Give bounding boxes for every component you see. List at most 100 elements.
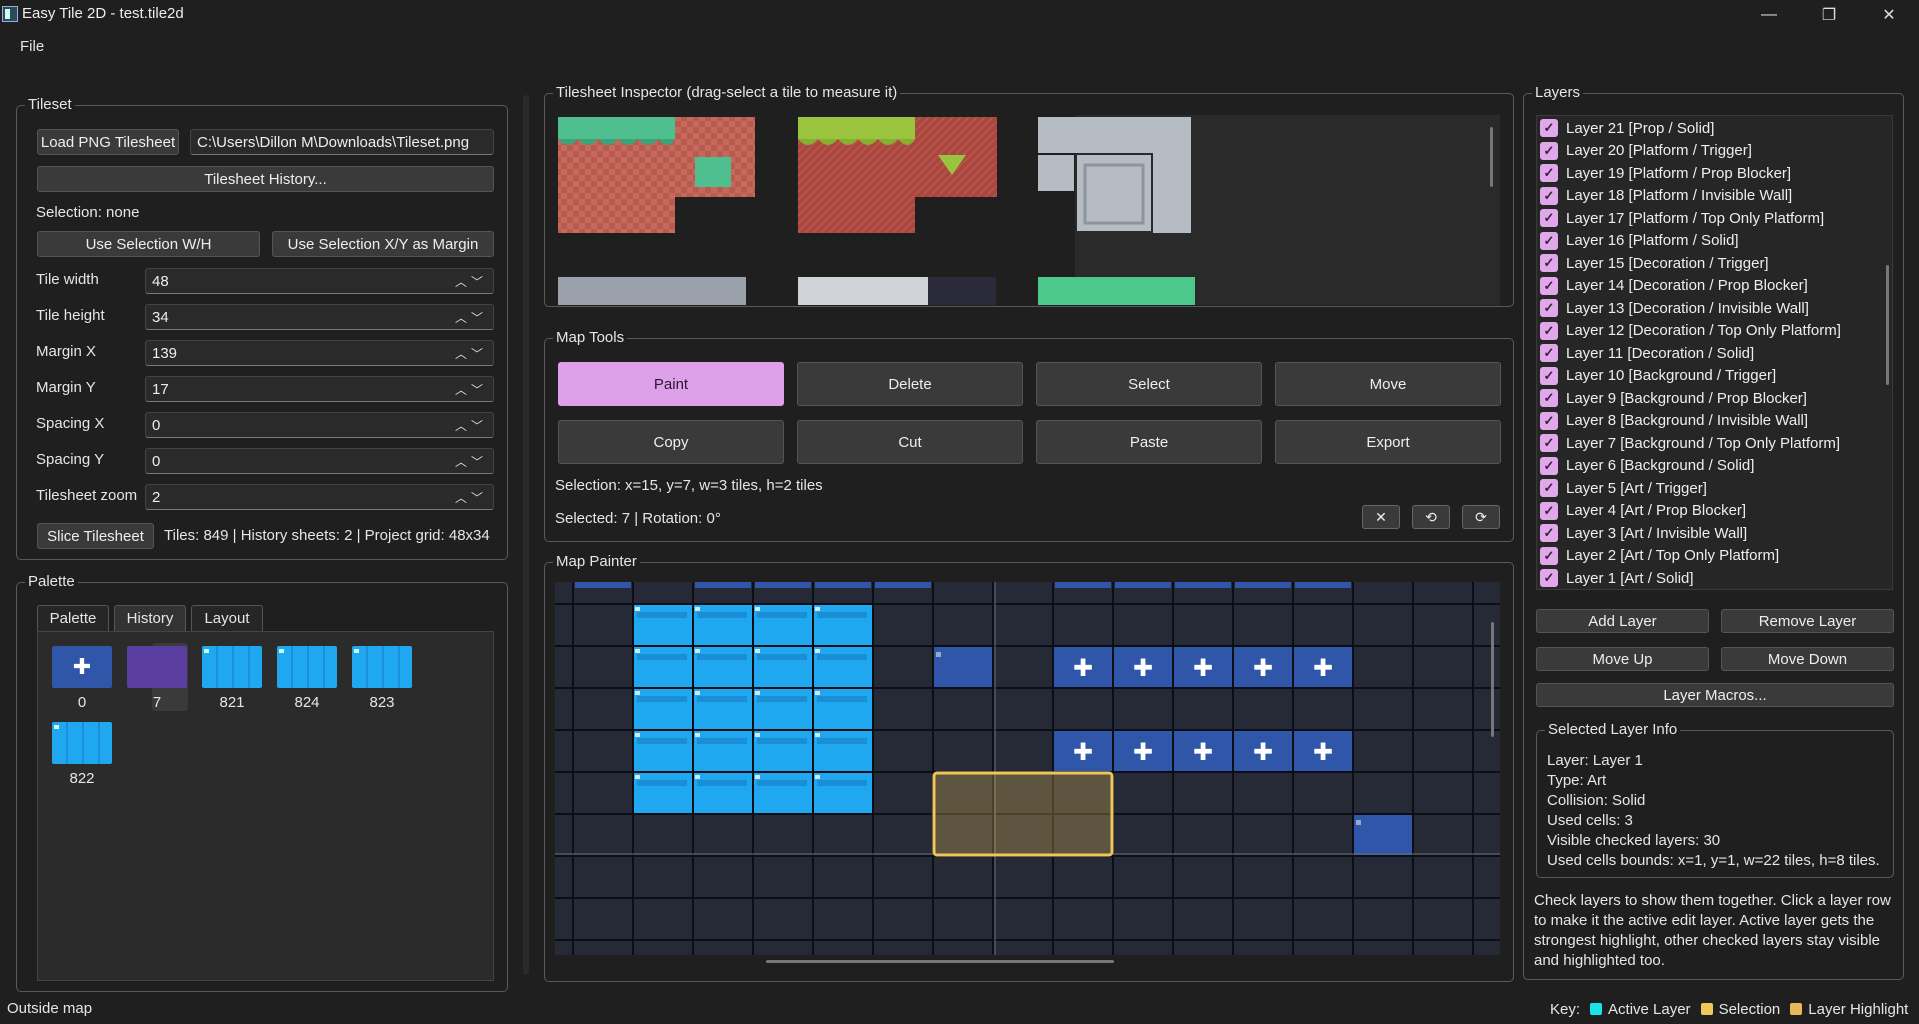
layer-row[interactable]: ✓ Layer 20 [Platform / Trigger]: [1540, 140, 1752, 162]
layer-row[interactable]: ✓ Layer 5 [Art / Trigger]: [1540, 477, 1707, 499]
spin-arrows-icon[interactable]: ︿﹀: [455, 381, 487, 398]
menu-file[interactable]: File: [20, 38, 44, 55]
tilesheet-path-field[interactable]: C:\Users\Dillon M\Downloads\Tileset.png: [190, 129, 494, 155]
checkbox-icon[interactable]: ✓: [1540, 231, 1558, 250]
rotate-left-icon[interactable]: ⟲: [1412, 505, 1450, 529]
layer-row[interactable]: ✓ Layer 11 [Decoration / Solid]: [1540, 342, 1754, 364]
spinbox-field[interactable]: 2 ︿﹀: [145, 484, 494, 510]
palette-tile[interactable]: [52, 722, 112, 764]
checkbox-icon[interactable]: ✓: [1540, 366, 1558, 385]
maximize-button[interactable]: ❐: [1800, 0, 1858, 30]
spin-arrows-icon[interactable]: ︿﹀: [455, 345, 487, 362]
export-button[interactable]: Export: [1275, 420, 1501, 464]
layer-row[interactable]: ✓ Layer 16 [Platform / Solid]: [1540, 230, 1739, 252]
use-selection-xy-button[interactable]: Use Selection X/Y as Margin: [272, 231, 494, 257]
spinbox-field[interactable]: 0 ︿﹀: [145, 448, 494, 474]
checkbox-icon[interactable]: ✓: [1540, 569, 1558, 587]
layer-macros-button[interactable]: Layer Macros...: [1536, 683, 1894, 707]
checkbox-icon[interactable]: ✓: [1540, 344, 1558, 362]
layer-row[interactable]: ✓ Layer 12 [Decoration / Top Only Platfor…: [1540, 320, 1841, 342]
rotate-right-icon[interactable]: ⟳: [1462, 505, 1500, 529]
checkbox-icon[interactable]: ✓: [1540, 546, 1558, 565]
select-button[interactable]: Select: [1036, 362, 1262, 406]
tilesheet-history-button[interactable]: Tilesheet History...: [37, 166, 494, 192]
checkbox-icon[interactable]: ✓: [1540, 209, 1558, 227]
layer-row[interactable]: ✓ Layer 2 [Art / Top Only Platform]: [1540, 545, 1779, 567]
spin-arrows-icon[interactable]: ︿﹀: [455, 453, 487, 470]
checkbox-icon[interactable]: ✓: [1540, 141, 1558, 160]
checkbox-icon[interactable]: ✓: [1540, 411, 1558, 430]
layer-row[interactable]: ✓ Layer 21 [Prop / Solid]: [1540, 117, 1714, 139]
layer-row[interactable]: ✓ Layer 17 [Platform / Top Only Platform]: [1540, 207, 1824, 229]
map-scrollbar-v[interactable]: [1491, 622, 1494, 737]
checkbox-icon[interactable]: ✓: [1540, 321, 1558, 340]
delete-button[interactable]: Delete: [797, 362, 1023, 406]
layer-row[interactable]: ✓ Layer 8 [Background / Invisible Wall]: [1540, 410, 1808, 432]
checkbox-icon[interactable]: ✓: [1540, 389, 1558, 407]
paste-button[interactable]: Paste: [1036, 420, 1262, 464]
spinbox-field[interactable]: 139 ︿﹀: [145, 340, 494, 366]
checkbox-icon[interactable]: ✓: [1540, 501, 1558, 520]
spinbox-field[interactable]: 0 ︿﹀: [145, 412, 494, 438]
palette-tile[interactable]: [127, 646, 187, 688]
splitter-left[interactable]: [523, 95, 529, 975]
checkbox-icon[interactable]: ✓: [1540, 456, 1558, 475]
checkbox-icon[interactable]: ✓: [1540, 299, 1558, 317]
spinbox-field[interactable]: 48 ︿﹀: [145, 268, 494, 294]
layer-row[interactable]: ✓ Layer 4 [Art / Prop Blocker]: [1540, 500, 1746, 522]
checkbox-icon[interactable]: ✓: [1540, 524, 1558, 542]
spin-arrows-icon[interactable]: ︿﹀: [455, 417, 487, 434]
tab-layout[interactable]: Layout: [191, 605, 263, 631]
layer-label: Layer 2 [Art / Top Only Platform]: [1566, 547, 1780, 564]
use-selection-wh-button[interactable]: Use Selection W/H: [37, 231, 260, 257]
layer-row[interactable]: ✓ Layer 13 [Decoration / Invisible Wall]: [1540, 297, 1809, 319]
minimize-button[interactable]: —: [1740, 0, 1798, 30]
map-scrollbar-horizontal[interactable]: [766, 960, 1114, 963]
checkbox-icon[interactable]: ✓: [1540, 254, 1558, 272]
spin-arrows-icon[interactable]: ︿﹀: [455, 309, 487, 326]
clear-icon[interactable]: ✕: [1362, 505, 1400, 529]
layer-row[interactable]: ✓ Layer 1 [Art / Solid]: [1540, 567, 1694, 589]
layer-row[interactable]: ✓ Layer 7 [Background / Top Only Platform…: [1540, 432, 1840, 454]
tab-history[interactable]: History: [114, 605, 186, 631]
palette-tile[interactable]: [202, 646, 262, 688]
layer-row[interactable]: ✓ Layer 3 [Art / Invisible Wall]: [1540, 522, 1747, 544]
layer-row[interactable]: ✓ Layer 6 [Background / Solid]: [1540, 455, 1754, 477]
copy-button[interactable]: Copy: [558, 420, 784, 464]
palette-tile-id: 821: [219, 694, 245, 711]
palette-tile[interactable]: [277, 646, 337, 688]
layer-list-scrollbar[interactable]: [1886, 265, 1889, 385]
spin-arrows-icon[interactable]: ︿﹀: [455, 489, 487, 506]
layer-row[interactable]: ✓ Layer 19 [Platform / Prop Blocker]: [1540, 162, 1791, 184]
layer-row[interactable]: ✓ Layer 9 [Background / Prop Blocker]: [1540, 387, 1807, 409]
checkbox-icon[interactable]: ✓: [1540, 164, 1558, 182]
palette-tile[interactable]: [52, 646, 112, 688]
layer-row[interactable]: ✓ Layer 14 [Decoration / Prop Blocker]: [1540, 275, 1808, 297]
move-up-button[interactable]: Move Up: [1536, 647, 1709, 671]
remove-layer-button[interactable]: Remove Layer: [1721, 609, 1894, 633]
inspector-scrollbar[interactable]: [1490, 127, 1493, 187]
layer-row[interactable]: ✓ Layer 18 [Platform / Invisible Wall]: [1540, 185, 1792, 207]
checkbox-icon[interactable]: ✓: [1540, 479, 1558, 497]
checkbox-icon[interactable]: ✓: [1540, 276, 1558, 295]
slice-tilesheet-button[interactable]: Slice Tilesheet: [37, 523, 154, 549]
checkbox-icon[interactable]: ✓: [1540, 119, 1558, 137]
spinbox-field[interactable]: 17 ︿﹀: [145, 376, 494, 402]
spinbox-field[interactable]: 34 ︿﹀: [145, 304, 494, 330]
tab-palette[interactable]: Palette: [37, 605, 109, 631]
checkbox-icon[interactable]: ✓: [1540, 186, 1558, 205]
palette-tile[interactable]: [352, 646, 412, 688]
map-canvas[interactable]: ✚ ✚ ✚ ✚ ✚ ✚ ✚ ✚ ✚ ✚: [555, 582, 1500, 955]
spin-arrows-icon[interactable]: ︿﹀: [455, 273, 487, 290]
checkbox-icon[interactable]: ✓: [1540, 434, 1558, 452]
add-layer-button[interactable]: Add Layer: [1536, 609, 1709, 633]
load-tilesheet-button[interactable]: Load PNG Tilesheet: [37, 129, 179, 155]
paint-button[interactable]: Paint: [558, 362, 784, 406]
move-down-button[interactable]: Move Down: [1721, 647, 1894, 671]
layer-row[interactable]: ✓ Layer 15 [Decoration / Trigger]: [1540, 252, 1769, 274]
move-button[interactable]: Move: [1275, 362, 1501, 406]
close-button[interactable]: ✕: [1860, 0, 1918, 30]
tilesheet-canvas[interactable]: [555, 115, 1500, 307]
cut-button[interactable]: Cut: [797, 420, 1023, 464]
layer-row[interactable]: ✓ Layer 10 [Background / Trigger]: [1540, 365, 1776, 387]
